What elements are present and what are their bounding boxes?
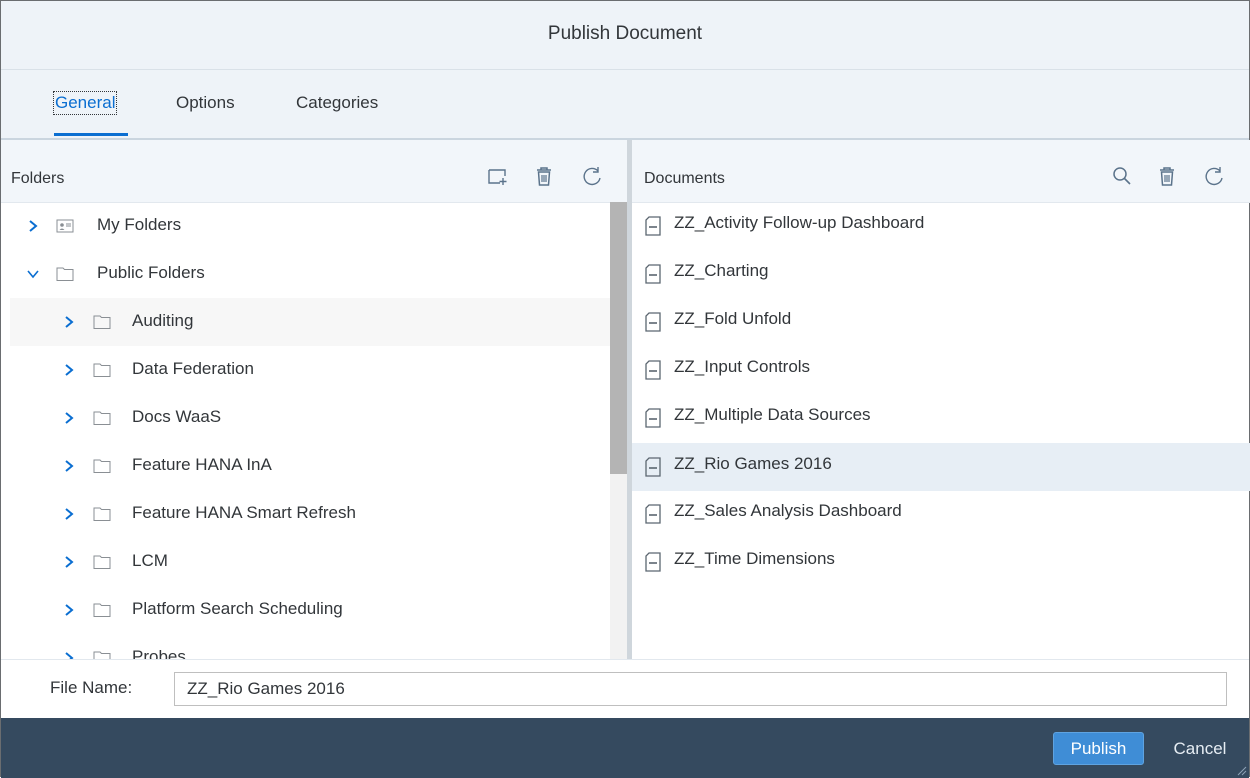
resize-handle-icon[interactable] bbox=[1235, 764, 1247, 776]
folders-label: Folders bbox=[11, 170, 65, 187]
folder-icon bbox=[56, 267, 74, 281]
tree-item-feature-hana-ina[interactable]: Feature HANA InA bbox=[10, 442, 611, 490]
document-label: ZZ_Multiple Data Sources bbox=[674, 405, 871, 424]
tree-item-label: Platform Search Scheduling bbox=[132, 599, 343, 618]
tree-item-label: LCM bbox=[132, 551, 168, 570]
chevron-right-icon[interactable] bbox=[62, 648, 76, 659]
document-label: ZZ_Fold Unfold bbox=[674, 309, 792, 328]
tree-item-auditing[interactable]: Auditing bbox=[10, 298, 611, 346]
tree-item-feature-hana-smart-refresh[interactable]: Feature HANA Smart Refresh bbox=[10, 490, 611, 538]
chevron-right-icon[interactable] bbox=[26, 216, 40, 236]
chevron-right-icon[interactable] bbox=[62, 312, 76, 332]
folder-tree-scrollbar[interactable] bbox=[610, 202, 627, 659]
folder-tree: My Folders Public Folders Auditing Data … bbox=[10, 202, 611, 659]
dialog-footer: Publish Cancel bbox=[1, 718, 1249, 778]
document-icon bbox=[645, 457, 661, 477]
document-item[interactable]: ZZ_Time Dimensions bbox=[632, 538, 1250, 586]
documents-label: Documents bbox=[644, 170, 725, 187]
chevron-down-icon[interactable] bbox=[26, 264, 40, 284]
document-label: ZZ_Input Controls bbox=[674, 357, 811, 376]
document-label: ZZ_Sales Analysis Dashboard bbox=[674, 501, 902, 520]
folder-icon bbox=[93, 363, 111, 377]
document-icon bbox=[645, 360, 661, 380]
refresh-icon[interactable] bbox=[580, 164, 604, 188]
dialog-title: Publish Document bbox=[547, 23, 703, 44]
document-icon bbox=[645, 504, 661, 524]
chevron-right-icon[interactable] bbox=[62, 600, 76, 620]
chevron-right-icon[interactable] bbox=[62, 456, 76, 476]
folder-icon bbox=[93, 555, 111, 569]
folder-icon bbox=[93, 411, 111, 425]
file-name-input[interactable] bbox=[174, 672, 1227, 706]
tree-item-label: Public Folders bbox=[97, 263, 205, 282]
chevron-right-icon[interactable] bbox=[62, 360, 76, 380]
folder-icon bbox=[93, 651, 111, 659]
tab-general[interactable]: General bbox=[52, 91, 118, 115]
tree-item-data-federation[interactable]: Data Federation bbox=[10, 346, 611, 394]
documents-list: ZZ_Activity Follow-up Dashboard ZZ_Chart… bbox=[632, 202, 1250, 659]
publish-document-dialog: Publish Document General Options Categor… bbox=[0, 0, 1250, 778]
tree-item-label: Feature HANA InA bbox=[132, 455, 272, 474]
document-label: ZZ_Charting bbox=[674, 261, 769, 280]
folder-icon bbox=[93, 603, 111, 617]
document-icon bbox=[645, 312, 661, 332]
folder-icon bbox=[93, 459, 111, 473]
tree-item-label: Data Federation bbox=[132, 359, 254, 378]
refresh-icon[interactable] bbox=[1202, 164, 1226, 188]
document-item[interactable]: ZZ_Fold Unfold bbox=[632, 298, 1250, 346]
tree-item-label: Docs WaaS bbox=[132, 407, 222, 426]
document-item[interactable]: ZZ_Input Controls bbox=[632, 346, 1250, 394]
delete-icon[interactable] bbox=[1155, 164, 1179, 188]
tree-item-public-folders[interactable]: Public Folders bbox=[10, 250, 611, 298]
new-folder-icon[interactable] bbox=[486, 164, 510, 188]
file-name-bar: File Name: bbox=[1, 659, 1249, 719]
delete-icon[interactable] bbox=[532, 164, 556, 188]
document-item[interactable]: ZZ_Activity Follow-up Dashboard bbox=[632, 202, 1250, 250]
active-tab-indicator bbox=[54, 133, 128, 136]
folder-icon bbox=[93, 507, 111, 521]
documents-header: Documents bbox=[632, 140, 1250, 203]
document-icon bbox=[645, 552, 661, 572]
scrollbar-thumb[interactable] bbox=[610, 202, 627, 474]
chevron-right-icon[interactable] bbox=[62, 504, 76, 524]
document-item[interactable]: ZZ_Sales Analysis Dashboard bbox=[632, 490, 1250, 538]
document-label: ZZ_Time Dimensions bbox=[674, 549, 835, 568]
tree-item-platform-search-scheduling[interactable]: Platform Search Scheduling bbox=[10, 586, 611, 634]
dialog-titlebar: Publish Document bbox=[1, 1, 1249, 70]
folders-header: Folders bbox=[1, 140, 627, 203]
tree-item-label: Auditing bbox=[132, 311, 194, 330]
document-item[interactable]: ZZ_Multiple Data Sources bbox=[632, 394, 1250, 442]
tree-item-label: Probes bbox=[132, 647, 186, 659]
chevron-right-icon[interactable] bbox=[62, 408, 76, 428]
cancel-button[interactable]: Cancel bbox=[1159, 732, 1241, 765]
document-label: ZZ_Activity Follow-up Dashboard bbox=[674, 213, 925, 232]
tree-item-probes[interactable]: Probes bbox=[10, 634, 611, 659]
tree-item-my-folders[interactable]: My Folders bbox=[10, 202, 611, 250]
document-item-selected[interactable]: ZZ_Rio Games 2016 bbox=[632, 443, 1250, 491]
document-icon bbox=[645, 408, 661, 428]
tab-categories[interactable]: Categories bbox=[296, 93, 378, 113]
document-item[interactable]: ZZ_Charting bbox=[632, 250, 1250, 298]
tab-bar: General Options Categories bbox=[1, 70, 1249, 140]
publish-button[interactable]: Publish bbox=[1053, 732, 1144, 765]
search-icon[interactable] bbox=[1110, 164, 1134, 188]
tab-options[interactable]: Options bbox=[176, 93, 235, 113]
file-name-label: File Name: bbox=[50, 678, 133, 697]
document-label: ZZ_Rio Games 2016 bbox=[674, 454, 832, 473]
document-icon bbox=[645, 216, 661, 236]
user-folder-icon bbox=[56, 219, 74, 233]
chevron-right-icon[interactable] bbox=[62, 552, 76, 572]
document-icon bbox=[645, 264, 661, 284]
tree-item-lcm[interactable]: LCM bbox=[10, 538, 611, 586]
tree-item-label: My Folders bbox=[97, 215, 182, 234]
tree-item-label: Feature HANA Smart Refresh bbox=[132, 503, 356, 522]
tree-item-docs-waas[interactable]: Docs WaaS bbox=[10, 394, 611, 442]
folder-icon bbox=[93, 315, 111, 329]
